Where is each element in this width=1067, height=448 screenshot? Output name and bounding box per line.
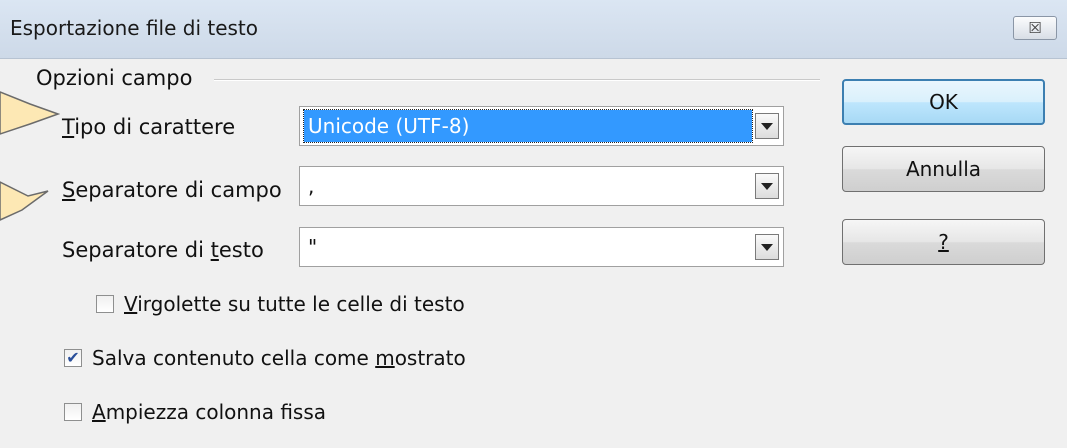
group-label-field-options: Opzioni campo	[36, 66, 193, 90]
chevron-down-icon	[761, 243, 773, 251]
fixed-column-width-checkbox[interactable]: Ampiezza colonna fissa	[64, 400, 326, 424]
field-separator-value: ,	[308, 174, 315, 198]
group-divider	[214, 79, 820, 81]
cancel-button[interactable]: Annulla	[842, 146, 1045, 192]
help-label: ?	[938, 230, 949, 254]
charset-label: Tipo di carattere	[62, 115, 236, 139]
fixed-column-width-label: Ampiezza colonna fissa	[92, 400, 327, 424]
save-as-shown-label: Salva contenuto cella come mostrato	[92, 346, 466, 370]
field-separator-label: Separatore di campo	[62, 178, 282, 202]
quote-all-text-checkbox[interactable]: Virgolette su tutte le celle di testo	[96, 292, 465, 316]
text-separator-combo[interactable]: "	[299, 227, 784, 267]
callout-arrow-field-separator	[0, 181, 49, 221]
checkmark-icon: ✔	[66, 348, 80, 367]
text-separator-dropdown-button[interactable]	[755, 234, 779, 260]
charset-value: Unicode (UTF-8)	[303, 109, 753, 143]
text-separator-value: "	[308, 235, 318, 259]
chevron-down-icon	[761, 122, 773, 130]
checkbox-unchecked[interactable]	[64, 403, 82, 421]
ok-button[interactable]: OK	[842, 79, 1045, 125]
quote-all-text-label: Virgolette su tutte le celle di testo	[124, 292, 465, 316]
checkbox-checked[interactable]: ✔	[64, 349, 82, 367]
callout-arrows	[0, 91, 60, 221]
text-separator-label: Separatore di testo	[62, 238, 264, 262]
close-icon: ☒	[1028, 19, 1042, 37]
field-separator-combo[interactable]: ,	[299, 166, 784, 206]
charset-dropdown-button[interactable]	[755, 113, 779, 139]
chevron-down-icon	[761, 182, 773, 190]
callout-arrow-charset	[0, 91, 60, 135]
title-bar: Esportazione file di testo ☒	[0, 0, 1067, 59]
close-button[interactable]: ☒	[1013, 16, 1057, 40]
checkbox-unchecked[interactable]	[96, 295, 114, 313]
save-as-shown-checkbox[interactable]: ✔ Salva contenuto cella come mostrato	[64, 346, 466, 370]
charset-select[interactable]: Unicode (UTF-8)	[299, 106, 784, 146]
help-button[interactable]: ?	[842, 219, 1045, 265]
field-separator-dropdown-button[interactable]	[755, 173, 779, 199]
